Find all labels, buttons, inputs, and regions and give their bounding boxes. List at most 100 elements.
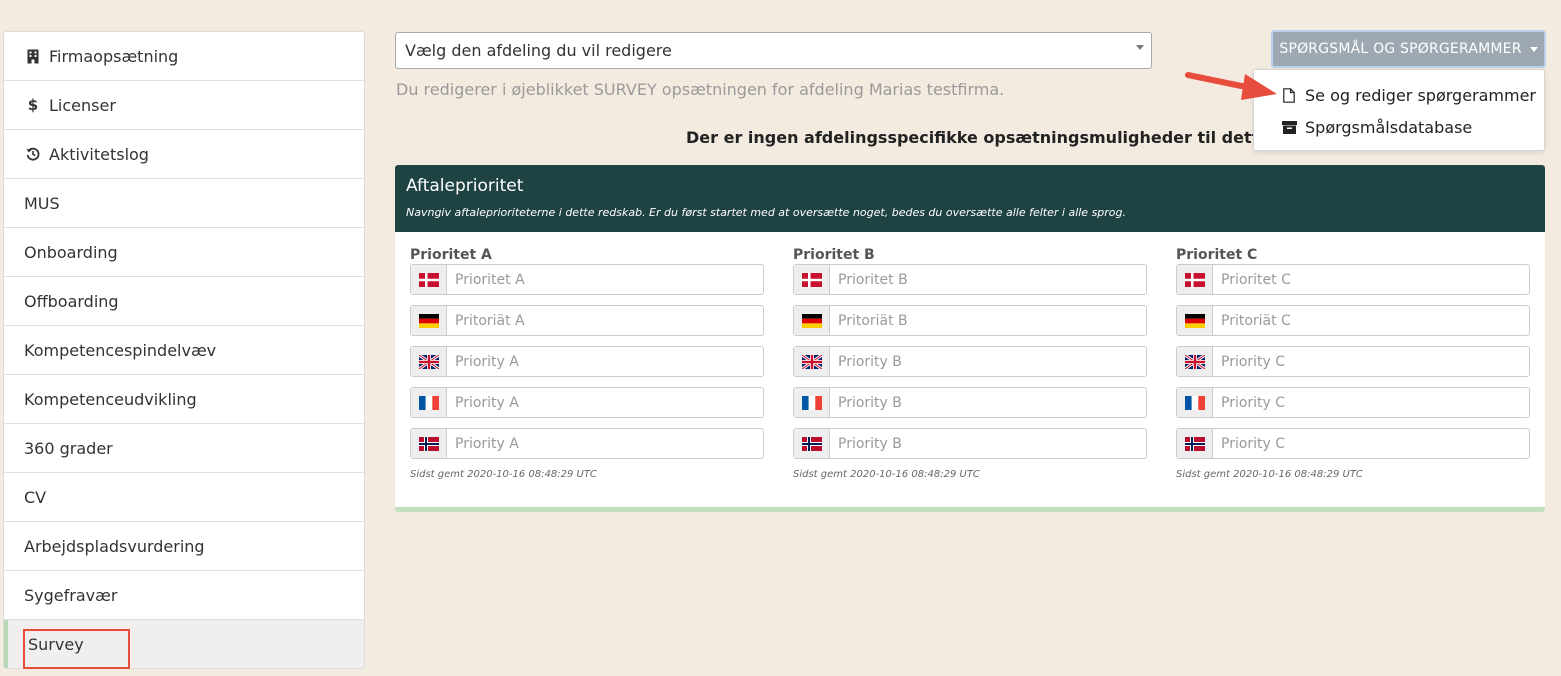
panel-footer-bar (395, 507, 1545, 512)
priority-field-en (793, 346, 1147, 377)
norway-flag-icon (794, 429, 830, 458)
sidebar-item-label: Onboarding (24, 242, 118, 262)
priority-field-en (1176, 346, 1530, 377)
priority-field-en (410, 346, 764, 377)
priority-field-no (793, 428, 1147, 459)
uk-flag-icon (1177, 347, 1213, 376)
france-flag-icon (1177, 388, 1213, 417)
priority-input[interactable] (447, 388, 763, 417)
germany-flag-icon (411, 306, 447, 335)
sidebar: Firmaopsætning $ Licenser Aktivitetslog … (3, 31, 365, 669)
priority-field-de (410, 305, 764, 336)
priority-input[interactable] (1213, 388, 1529, 417)
column-title: Prioritet C (1176, 247, 1258, 263)
sidebar-item-mus[interactable]: MUS (4, 179, 364, 228)
chevron-down-icon (1136, 45, 1144, 50)
menu-item-see-edit-frameworks[interactable]: Se og rediger spørgerammer (1254, 79, 1544, 111)
priority-column-c: Prioritet C Sidst gemt 2020-10-16 (1176, 246, 1530, 480)
priority-input[interactable] (1213, 347, 1529, 376)
priority-field-fr (410, 387, 764, 418)
column-title: Prioritet A (410, 247, 492, 263)
dropdown-menu: Se og rediger spørgerammer Spørgsmålsdat… (1253, 69, 1545, 151)
sidebar-item-label: Kompetencespindelvæv (24, 340, 217, 360)
priority-input[interactable] (447, 306, 763, 335)
denmark-flag-icon (1177, 265, 1213, 294)
panel-subtitle: Navngiv aftaleprioriteterne i dette reds… (406, 206, 1127, 219)
panel-title: Aftaleprioritet (406, 176, 524, 196)
panel-header: Aftaleprioritet Navngiv aftaleprioritete… (395, 165, 1545, 232)
priority-field-da (1176, 264, 1530, 295)
uk-flag-icon (794, 347, 830, 376)
no-options-text: Der er ingen afdelingsspecifikke opsætni… (686, 128, 1256, 147)
sidebar-item-label: Offboarding (24, 291, 119, 311)
menu-item-label: Spørgsmålsdatabase (1305, 117, 1473, 137)
menu-item-question-database[interactable]: Spørgsmålsdatabase (1254, 111, 1544, 143)
sidebar-item-label: CV (24, 487, 47, 507)
uk-flag-icon (411, 347, 447, 376)
column-title: Prioritet B (793, 247, 875, 263)
priority-input[interactable] (830, 306, 1146, 335)
sidebar-item-cv[interactable]: CV (4, 473, 364, 522)
priority-input[interactable] (447, 429, 763, 458)
sidebar-item-kompetencespindelvaev[interactable]: Kompetencespindelvæv (4, 326, 364, 375)
sidebar-item-aktivitetslog[interactable]: Aktivitetslog (4, 130, 364, 179)
department-select-value: Vælg den afdeling du vil redigere (405, 41, 672, 60)
info-text: Du redigerer i øjeblikket SURVEY opsætni… (396, 80, 1005, 99)
sidebar-item-label: Arbejdspladsvurdering (24, 536, 205, 556)
priority-field-fr (1176, 387, 1530, 418)
sidebar-item-360-grader[interactable]: 360 grader (4, 424, 364, 473)
priority-field-no (1176, 428, 1530, 459)
priority-input[interactable] (830, 265, 1146, 294)
building-icon (24, 49, 42, 64)
priority-input[interactable] (1213, 429, 1529, 458)
dropdown-button-label: SPØRGSMÅL OG SPØRGERAMMER (1279, 41, 1522, 57)
priority-input[interactable] (1213, 265, 1529, 294)
priority-panel: Aftaleprioritet Navngiv aftaleprioritete… (395, 165, 1545, 512)
priority-column-b: Prioritet B Sidst gemt 2020-10-16 (793, 246, 1147, 480)
panel-body: Prioritet A Sidst gemt 2020-10-16 (395, 232, 1545, 507)
priority-input[interactable] (830, 347, 1146, 376)
sidebar-item-label: MUS (24, 193, 60, 213)
priority-field-fr (793, 387, 1147, 418)
priority-field-no (410, 428, 764, 459)
annotation-highlight-box (23, 629, 130, 669)
last-saved-text: Sidst gemt 2020-10-16 08:48:29 UTC (793, 469, 980, 480)
norway-flag-icon (411, 429, 447, 458)
denmark-flag-icon (794, 265, 830, 294)
denmark-flag-icon (411, 265, 447, 294)
menu-item-label: Se og rediger spørgerammer (1305, 85, 1537, 105)
sidebar-item-label: 360 grader (24, 438, 113, 458)
questions-dropdown-button[interactable]: SPØRGSMÅL OG SPØRGERAMMER (1271, 30, 1546, 68)
annotation-arrow-icon (1185, 72, 1277, 100)
department-select[interactable]: Vælg den afdeling du vil redigere (395, 32, 1152, 69)
sidebar-item-licenser[interactable]: $ Licenser (4, 81, 364, 130)
sidebar-item-kompetenceudvikling[interactable]: Kompetenceudvikling (4, 375, 364, 424)
priority-input[interactable] (447, 347, 763, 376)
germany-flag-icon (794, 306, 830, 335)
priority-input[interactable] (830, 429, 1146, 458)
sidebar-item-label: Firmaopsætning (49, 46, 179, 66)
priority-field-da (793, 264, 1147, 295)
sidebar-item-label: Sygefravær (24, 585, 118, 605)
norway-flag-icon (1177, 429, 1213, 458)
sidebar-item-arbejdspladsvurdering[interactable]: Arbejdspladsvurdering (4, 522, 364, 571)
sidebar-item-onboarding[interactable]: Onboarding (4, 228, 364, 277)
history-icon (24, 147, 42, 161)
caret-down-icon (1529, 46, 1538, 52)
sidebar-item-offboarding[interactable]: Offboarding (4, 277, 364, 326)
sidebar-item-label: Aktivitetslog (49, 144, 149, 164)
france-flag-icon (411, 388, 447, 417)
archive-icon (1281, 119, 1297, 135)
sidebar-item-firmaopsaetning[interactable]: Firmaopsætning (4, 32, 364, 81)
priority-field-de (1176, 305, 1530, 336)
file-icon (1281, 87, 1297, 103)
last-saved-text: Sidst gemt 2020-10-16 08:48:29 UTC (1176, 469, 1363, 480)
sidebar-item-label: Kompetenceudvikling (24, 389, 197, 409)
last-saved-text: Sidst gemt 2020-10-16 08:48:29 UTC (410, 469, 597, 480)
priority-input[interactable] (447, 265, 763, 294)
priority-column-a: Prioritet A Sidst gemt 2020-10-16 (410, 246, 764, 480)
priority-input[interactable] (830, 388, 1146, 417)
priority-input[interactable] (1213, 306, 1529, 335)
sidebar-item-sygefravaer[interactable]: Sygefravær (4, 571, 364, 620)
